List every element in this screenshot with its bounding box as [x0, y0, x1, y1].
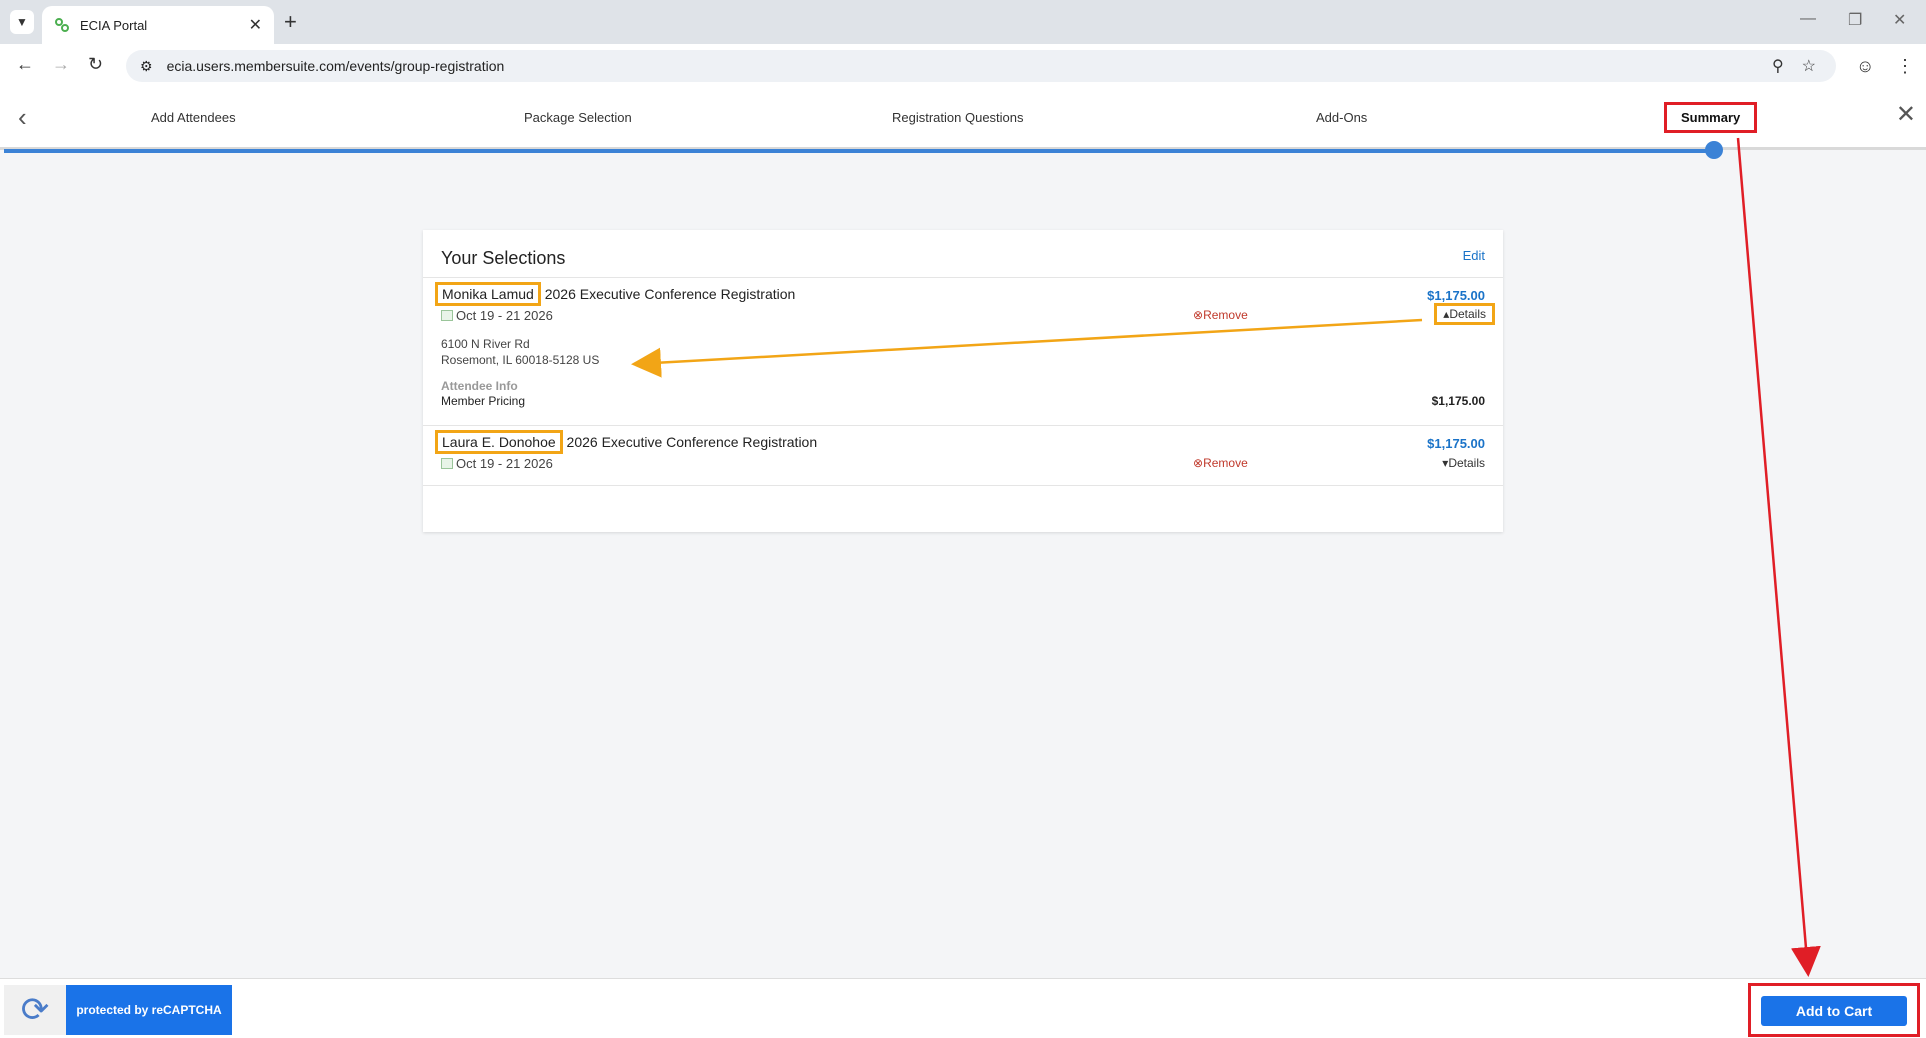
details-label: Details [1448, 456, 1485, 470]
tab-title: ECIA Portal [80, 17, 148, 33]
registration-price: $1,175.00 [1427, 288, 1485, 303]
back-arrow-icon[interactable]: ← [16, 54, 34, 75]
remove-circle-x-icon: ⊗ [1193, 456, 1204, 470]
minimize-icon[interactable]: — [1800, 10, 1816, 28]
back-chevron-icon[interactable]: ‹ [18, 102, 27, 133]
browser-tab[interactable]: ECIA Portal ✕ [42, 6, 274, 44]
registration-price: $1,175.00 [1427, 436, 1485, 451]
ecia-favicon-icon [55, 18, 69, 32]
registration-steps: ‹ Add Attendees Package Selection Regist… [0, 88, 1926, 150]
zoom-icon[interactable]: ⚲ [1772, 56, 1784, 76]
step-add-ons[interactable]: Add-Ons [1316, 110, 1367, 125]
remove-circle-x-icon: ⊗ [1193, 308, 1204, 322]
attendee-info-label: Attendee Info [441, 379, 518, 393]
event-date-text: Oct 19 - 21 2026 [456, 308, 553, 323]
calendar-icon [441, 310, 453, 321]
step-summary[interactable]: Summary [1664, 102, 1758, 133]
event-name: 2026 Executive Conference Registration [544, 286, 796, 302]
remove-button[interactable]: ⊗Remove [1193, 456, 1248, 470]
remove-label: Remove [1203, 456, 1248, 470]
attendee-name: Monika Lamud [435, 282, 541, 306]
attendee-name: Laura E. Donohoe [435, 430, 563, 454]
tab-search-icon[interactable]: ▼ [10, 10, 34, 34]
event-date: Oct 19 - 21 2026 [441, 308, 553, 323]
address-line-2: Rosemont, IL 60018-5128 US [441, 353, 600, 367]
bookmark-star-icon[interactable]: ☆ [1802, 56, 1816, 76]
calendar-icon [441, 458, 453, 469]
step-add-attendees[interactable]: Add Attendees [151, 110, 236, 125]
reload-icon[interactable]: ↻ [88, 54, 103, 75]
selections-card: Your Selections Edit Monika Lamud 2026 E… [423, 230, 1503, 532]
registration-row: Laura E. Donohoe 2026 Executive Conferen… [423, 426, 1503, 486]
recaptcha-logo-icon: ⟳ [4, 985, 66, 1035]
progress-bar [4, 149, 1714, 153]
details-toggle[interactable]: ▾Details [1442, 456, 1485, 470]
pricing-label: Member Pricing [441, 394, 526, 408]
event-name: 2026 Executive Conference Registration [566, 434, 818, 450]
add-to-cart-button[interactable]: Add to Cart [1761, 996, 1907, 1026]
card-header: Your Selections Edit [423, 230, 1503, 278]
site-settings-icon[interactable]: ⚙ [140, 58, 153, 75]
registration-title: Laura E. Donohoe 2026 Executive Conferen… [435, 430, 818, 454]
browser-tab-bar: ▼ ECIA Portal ✕ + — ❐ ✕ [0, 0, 1926, 44]
details-label: Details [1449, 307, 1486, 321]
details-toggle[interactable]: ▴Details [1434, 303, 1495, 325]
remove-button[interactable]: ⊗Remove [1193, 308, 1248, 322]
card-title: Your Selections [441, 248, 566, 268]
browser-menu-icon[interactable]: ⋮ [1896, 56, 1914, 77]
address-bar-row: ← → ↻ ⚙ ecia.users.membersuite.com/event… [0, 44, 1926, 88]
forward-arrow-icon[interactable]: → [52, 54, 70, 75]
add-to-cart-highlight: Add to Cart [1748, 983, 1920, 1037]
url-bar[interactable]: ⚙ ecia.users.membersuite.com/events/grou… [126, 50, 1836, 82]
restore-icon[interactable]: ❐ [1848, 10, 1862, 30]
new-tab-icon[interactable]: + [284, 10, 297, 34]
step-package-selection[interactable]: Package Selection [524, 110, 632, 125]
tab-close-icon[interactable]: ✕ [249, 15, 262, 35]
page-content: ‹ Add Attendees Package Selection Regist… [0, 88, 1926, 1038]
step-registration-questions[interactable]: Registration Questions [892, 110, 1024, 125]
progress-marker [1705, 141, 1723, 159]
event-date-text: Oct 19 - 21 2026 [456, 456, 553, 471]
pricing-amount: $1,175.00 [1431, 394, 1485, 408]
address-line-1: 6100 N River Rd [441, 337, 530, 351]
close-registration-icon[interactable]: ✕ [1896, 100, 1916, 129]
registration-title: Monika Lamud 2026 Executive Conference R… [435, 282, 796, 306]
event-address: 6100 N River Rd Rosemont, IL 60018-5128 … [441, 336, 599, 368]
remove-label: Remove [1203, 308, 1248, 322]
registration-row: Monika Lamud 2026 Executive Conference R… [423, 278, 1503, 426]
event-date: Oct 19 - 21 2026 [441, 456, 553, 471]
edit-link[interactable]: Edit [1463, 248, 1485, 263]
recaptcha-badge[interactable]: protected by reCAPTCHA [66, 985, 232, 1035]
url-text: ecia.users.membersuite.com/events/group-… [166, 58, 505, 74]
profile-icon[interactable]: ☺ [1856, 56, 1874, 77]
bottom-bar: ⟳ protected by reCAPTCHA Add to Cart [0, 978, 1926, 1038]
window-close-icon[interactable]: ✕ [1893, 10, 1906, 30]
